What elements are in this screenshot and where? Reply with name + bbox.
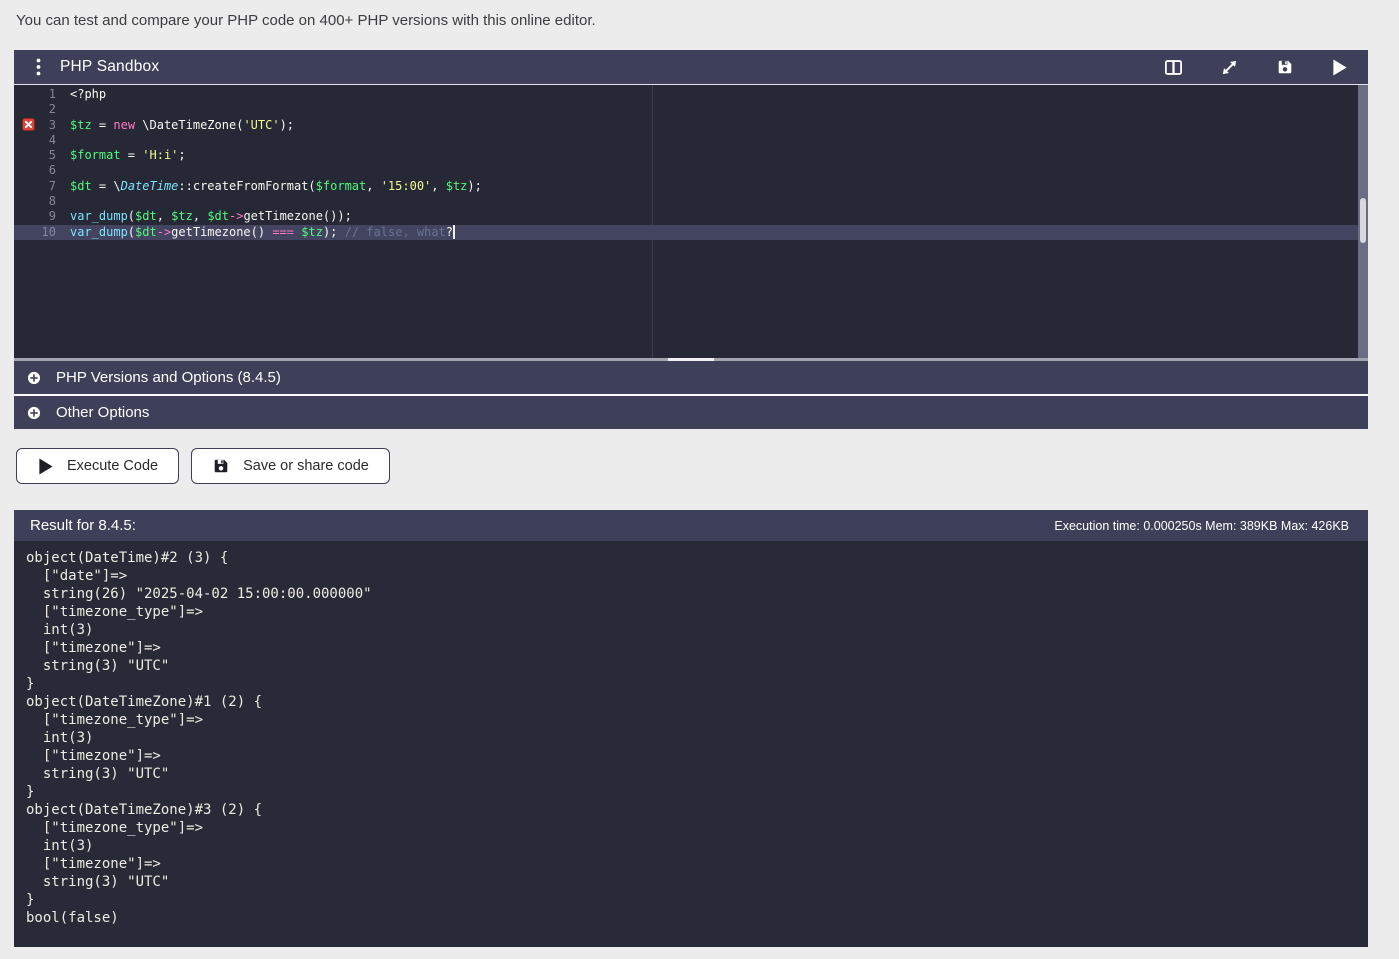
editor-header-bar: PHP Sandbox [14,50,1368,84]
plus-circle-icon [26,370,42,386]
accordion-other-options[interactable]: Other Options [14,396,1368,429]
execution-stats: Execution time: 0.000250s Mem: 389KB Max… [1054,518,1349,533]
content-area: PHP Sandbox 1 <?php 2 3 $tz = new \DateTimeZ… [14,50,1368,947]
run-icon [37,457,54,476]
intro-text: You can test and compare your PHP code o… [16,12,596,29]
button-label: Save or share code [243,458,369,474]
code-line-text: var_dump($dt->getTimezone() === $tz); //… [70,224,456,239]
code-line-7[interactable]: 7 $dt = \DateTime::createFromFormat($form… [14,179,1368,194]
editor-title: PHP Sandbox [60,58,160,75]
save-icon[interactable] [1276,58,1294,76]
code-line-2[interactable]: 2 [14,102,1368,117]
text-cursor [453,224,456,239]
code-line-9[interactable]: 9 var_dump($dt, $tz, $dt->getTimezone()); [14,209,1368,224]
php-sandbox-panel: PHP Sandbox 1 <?php 2 3 $tz = new \DateTimeZ… [14,50,1368,361]
line-number: 4 [48,132,56,147]
scrollbar-thumb[interactable] [1360,198,1366,243]
split-view-icon[interactable] [1164,58,1183,77]
line-number: 1 [48,87,56,101]
run-icon[interactable] [1331,58,1348,77]
line-number: 7 [48,178,56,193]
editor-toolbar [1164,58,1368,77]
kebab-menu-icon[interactable] [36,58,41,76]
code-lines: 1 <?php 2 3 $tz = new \DateTimeZone('UTC'); 4… [14,87,1368,240]
code-line-text: $tz = new \DateTimeZone('UTC'); [70,117,295,132]
line-number: 9 [48,209,56,224]
code-line-text: <?php [70,87,107,101]
code-line-4[interactable]: 4 [14,133,1368,148]
code-line-1[interactable]: 1 <?php [14,87,1368,102]
accordion-label: PHP Versions and Options (8.4.5) [56,369,281,386]
result-title: Result for 8.4.5: [30,517,136,534]
line-number: 5 [48,148,56,163]
action-buttons: Execute Code Save or share code [16,448,1368,484]
code-line-3[interactable]: 3 $tz = new \DateTimeZone('UTC'); [14,117,1368,133]
plus-circle-icon [26,405,42,421]
accordion-label: Other Options [56,404,150,421]
code-line-6[interactable]: 6 [14,163,1368,178]
resize-grip[interactable] [668,358,714,361]
code-line-10[interactable]: 10 var_dump($dt->getTimezone() === $tz); … [14,224,1368,240]
fullscreen-icon[interactable] [1220,58,1239,77]
save-icon [212,457,230,475]
options-accordions: PHP Versions and Options (8.4.5) Other Op… [14,361,1368,429]
result-output: object(DateTime)#2 (3) { ["date"]=> stri… [14,541,1368,947]
line-number: 10 [41,224,56,239]
code-line-text: $format = 'H:i'; [70,148,186,163]
line-number: 8 [48,194,56,209]
error-marker-icon[interactable] [22,117,35,131]
result-header-bar: Result for 8.4.5: Execution time: 0.0002… [14,510,1368,541]
result-panel: Result for 8.4.5: Execution time: 0.0002… [14,510,1368,947]
accordion-php-versions-and-options-8-4-5[interactable]: PHP Versions and Options (8.4.5) [14,361,1368,394]
line-number: 2 [48,102,56,117]
code-line-text: var_dump($dt, $tz, $dt->getTimezone()); [70,209,352,224]
save-or-share-code-button[interactable]: Save or share code [191,448,390,484]
code-editor[interactable]: 1 <?php 2 3 $tz = new \DateTimeZone('UTC'); 4… [14,84,1368,358]
editor-resize-bar [14,358,1368,361]
execute-code-button[interactable]: Execute Code [16,448,180,484]
button-label: Execute Code [67,458,159,474]
line-number: 3 [14,117,70,133]
code-line-8[interactable]: 8 [14,194,1368,209]
code-line-text: $dt = \DateTime::createFromFormat($forma… [70,178,482,193]
code-line-5[interactable]: 5 $format = 'H:i'; [14,148,1368,163]
line-number: 6 [48,163,56,178]
editor-vertical-scrollbar[interactable] [1358,85,1368,358]
